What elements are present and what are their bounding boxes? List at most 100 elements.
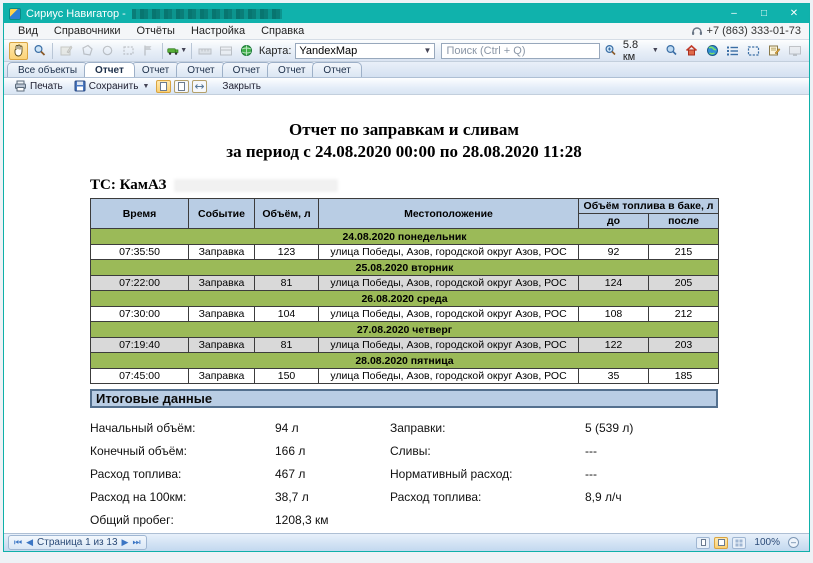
- fuel-event-row: 07:30:00Заправка104улица Победы, Азов, г…: [91, 307, 719, 322]
- fuel-event-cell: 92: [579, 245, 649, 260]
- zoom-region-button[interactable]: [662, 42, 681, 60]
- menu-item[interactable]: Отчёты: [129, 24, 183, 38]
- next-page-button[interactable]: ▶: [122, 538, 129, 547]
- view-thumbnails-button[interactable]: [732, 537, 746, 549]
- document-tab[interactable]: Отчет: [84, 62, 135, 77]
- pan-tool-button[interactable]: [9, 42, 28, 60]
- zoom-in-button[interactable]: [601, 42, 620, 60]
- close-report-button[interactable]: Закрыть: [218, 80, 265, 93]
- fuel-event-cell: 35: [579, 369, 649, 384]
- fuel-event-cell: 07:45:00: [91, 369, 189, 384]
- flag-tool-button[interactable]: [140, 42, 159, 60]
- panel-button[interactable]: [217, 42, 236, 60]
- document-tab[interactable]: Отчет: [222, 62, 271, 77]
- rect-select-icon: [122, 44, 135, 57]
- window-title: Сириус Навигатор -: [26, 8, 126, 20]
- vehicle-button[interactable]: ▼: [167, 42, 187, 60]
- redacted-vehicle-detail: [176, 181, 336, 190]
- fuel-event-cell: Заправка: [189, 245, 255, 260]
- search-input[interactable]: Поиск (Ctrl + Q): [441, 43, 600, 59]
- fuel-event-cell: 212: [649, 307, 719, 322]
- world-map-button[interactable]: [703, 42, 722, 60]
- globe-tool-button[interactable]: [237, 42, 256, 60]
- fuel-event-row: 07:19:40Заправка81улица Победы, Азов, го…: [91, 338, 719, 353]
- minimize-button[interactable]: –: [719, 4, 749, 23]
- fuel-event-row: 07:35:50Заправка123улица Победы, Азов, г…: [91, 245, 719, 260]
- rect-select-button[interactable]: [119, 42, 138, 60]
- summary-label: Расход топлива:: [90, 467, 275, 481]
- notes-button[interactable]: [765, 42, 784, 60]
- ruler-icon: [198, 45, 212, 57]
- day-group-row: 25.08.2020 вторник: [91, 260, 719, 276]
- document-tab[interactable]: Отчет: [176, 62, 225, 77]
- first-page-button[interactable]: ⏮: [14, 538, 22, 547]
- list-view-button[interactable]: [724, 42, 743, 60]
- view-layout-button[interactable]: [714, 537, 728, 549]
- document-tab[interactable]: Отчет: [312, 62, 361, 77]
- home-button[interactable]: [682, 42, 701, 60]
- day-group-label: 27.08.2020 четверг: [91, 322, 719, 338]
- menu-item[interactable]: Справочники: [46, 24, 129, 38]
- col-after: после: [649, 214, 719, 229]
- last-page-button[interactable]: ⏭: [132, 538, 140, 547]
- edit-map-button[interactable]: [57, 42, 76, 60]
- save-label: Сохранить: [89, 81, 139, 92]
- ruler-button[interactable]: [196, 42, 215, 60]
- fuel-table-header: Время Событие Объём, л Местоположение Об…: [91, 199, 719, 229]
- totals-header-label: Итоговые данные: [96, 391, 212, 406]
- zoom-tool-button[interactable]: [30, 42, 49, 60]
- fit-width-toggle[interactable]: [192, 80, 207, 93]
- magnifier-icon: [33, 44, 46, 57]
- close-button[interactable]: ✕: [779, 4, 809, 23]
- menu-item[interactable]: Справка: [253, 24, 312, 38]
- page-icon: [701, 539, 706, 546]
- save-button[interactable]: Сохранить ▼: [70, 79, 154, 93]
- summary-value: 5 (539 л): [585, 421, 718, 435]
- menu-item[interactable]: Настройка: [183, 24, 253, 38]
- report-period: за период с 24.08.2020 00:00 по 28.08.20…: [90, 141, 718, 163]
- fuel-event-cell: 215: [649, 245, 719, 260]
- title-bar: Сириус Навигатор - – □ ✕: [4, 4, 809, 23]
- menu-item[interactable]: Вид: [10, 24, 46, 38]
- main-toolbar: ▼ Карта: YandexMap ▼: [4, 40, 809, 62]
- summary-label: Общий пробег:: [90, 513, 275, 527]
- scale-dropdown[interactable]: 5.8 км ▼: [623, 39, 659, 63]
- magnifier-blue-icon: [665, 44, 678, 57]
- summary-label: Начальный объём:: [90, 421, 275, 435]
- document-tab[interactable]: Отчет: [267, 62, 316, 77]
- document-tab[interactable]: Отчет: [131, 62, 180, 77]
- frame-select-button[interactable]: [744, 42, 763, 60]
- zoom-in-icon: [604, 44, 617, 57]
- print-label: Печать: [30, 81, 63, 92]
- screen-button[interactable]: [785, 42, 804, 60]
- printer-icon: [14, 80, 27, 92]
- polygon-tool-button[interactable]: [78, 42, 97, 60]
- fuel-event-cell: улица Победы, Азов, городской округ Азов…: [319, 307, 579, 322]
- maximize-button[interactable]: □: [749, 4, 779, 23]
- single-page-toggle[interactable]: [156, 80, 171, 93]
- print-button[interactable]: Печать: [10, 79, 67, 93]
- summary-row: Расход на 100км:38,7 лРасход топлива:8,9…: [90, 490, 718, 513]
- circle-tool-button[interactable]: [98, 42, 117, 60]
- page-icon: [178, 82, 185, 91]
- fit-arrows-icon: [195, 83, 204, 90]
- prev-page-button[interactable]: ◀: [26, 538, 33, 547]
- summary-value: ---: [585, 467, 718, 481]
- summary-section: Начальный объём:94 лЗаправки:5 (539 л)Ко…: [90, 421, 718, 533]
- globe-icon: [240, 44, 253, 57]
- fuel-event-cell: 81: [255, 338, 319, 353]
- day-group-label: 25.08.2020 вторник: [91, 260, 719, 276]
- toolbar-separator: [162, 43, 163, 59]
- map-select[interactable]: YandexMap ▼: [295, 43, 435, 59]
- day-group-row: 26.08.2020 среда: [91, 291, 719, 307]
- support-phone: +7 (863) 333-01-73: [707, 25, 801, 37]
- multi-page-toggle[interactable]: [174, 80, 189, 93]
- report-toolbar: Печать Сохранить ▼ Закрыть: [4, 78, 809, 95]
- document-tab[interactable]: Все объекты: [7, 62, 88, 77]
- fuel-event-cell: 150: [255, 369, 319, 384]
- fuel-event-cell: улица Победы, Азов, городской округ Азов…: [319, 276, 579, 291]
- zoom-out-button[interactable]: –: [788, 537, 799, 548]
- fuel-event-cell: 122: [579, 338, 649, 353]
- view-normal-button[interactable]: [696, 537, 710, 549]
- page-icon: [160, 82, 167, 91]
